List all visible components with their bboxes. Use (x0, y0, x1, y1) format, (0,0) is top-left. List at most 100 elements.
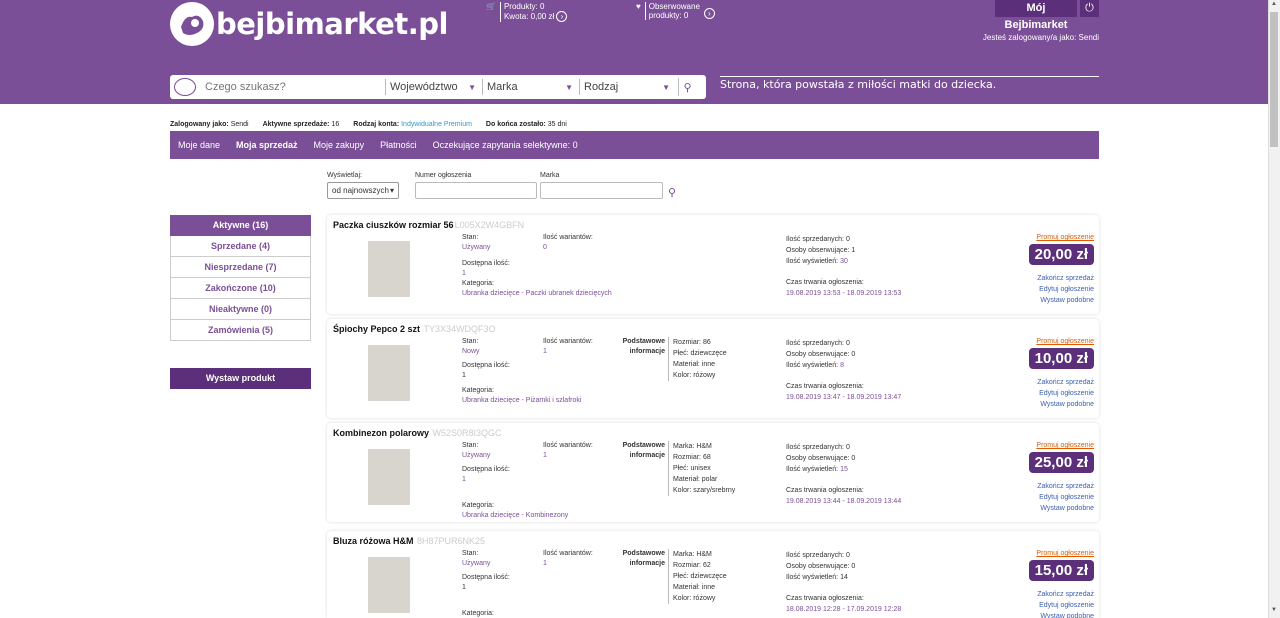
category-label: Kategoria: (462, 387, 494, 394)
listing-thumbnail[interactable] (368, 241, 410, 297)
sidebar-item-active[interactable]: Aktywne (16) (170, 215, 311, 236)
attribute: Materiał: polar (673, 476, 718, 483)
end-sale-link[interactable]: Zakończ sprzedaż (1037, 481, 1094, 492)
status-left: Do końca zostało: 35 dni (486, 121, 567, 128)
state-value: Używany (462, 244, 491, 251)
scroll-up-icon[interactable]: ▲ (1270, 1, 1278, 11)
sold-label: Ilość sprzedanych: (786, 552, 844, 559)
status-active-label: Aktywne sprzedaże: (262, 121, 330, 128)
views-label: Ilość wyświetleń: (786, 466, 839, 473)
menu-my-data[interactable]: Moje dane (178, 140, 220, 150)
views-label: Ilość wyświetleń: (786, 258, 839, 265)
search-icon[interactable]: ⚲ (668, 186, 676, 199)
post-similar-link[interactable]: Wystaw podobne (1037, 399, 1094, 410)
account-type-link[interactable]: Indywidualne Premium (401, 121, 472, 128)
attribute: Płeć: unisex (673, 465, 711, 472)
search-bar: Województwo ▼ Marka ▼ Rodzaj ▼ ⚲ (170, 75, 706, 99)
status-active-value: 16 (331, 121, 340, 128)
heart-icon: ♥ (636, 2, 641, 11)
listing-title-text: Śpiochy Pepco 2 szt (333, 324, 421, 334)
edit-listing-link[interactable]: Edytuj ogłoszenie (1037, 388, 1094, 399)
variants-label: Ilość wariantów: (543, 234, 593, 241)
listing-title[interactable]: Paczka ciuszków rozmiar 56L005X2W4GBFN (333, 220, 524, 230)
sidebar-item-unsold[interactable]: Niesprzedane (7) (170, 257, 311, 278)
sidebar-item-orders[interactable]: Zamówienia (5) (170, 320, 311, 341)
promote-link[interactable]: Promuj ogłoszenie (1036, 338, 1094, 345)
listing-title[interactable]: Śpiochy Pepco 2 szt TY3X34WDQF3O (333, 324, 496, 334)
state-label: Stan: (462, 338, 479, 345)
end-sale-link[interactable]: Zakończ sprzedaż (1037, 273, 1094, 284)
listing-title[interactable]: Kombinezon polarowy W52S0R8I3QGC (333, 428, 502, 438)
views-label: Ilość wyświetleń: (786, 362, 839, 369)
price-badge: 15,00 zł (1028, 560, 1094, 581)
search-input[interactable] (205, 81, 385, 93)
available-label: Dostępna ilość: (462, 574, 510, 581)
post-similar-link[interactable]: Wystaw podobne (1037, 295, 1094, 306)
end-sale-link[interactable]: Zakończ sprzedaż (1037, 377, 1094, 388)
cart-summary[interactable]: 🛒 Produkty: 0 Kwota: 0,00 zł › (486, 2, 568, 22)
cart-icon: 🛒 (486, 2, 496, 11)
promote-link[interactable]: Promuj ogłoszenie (1036, 442, 1094, 449)
sidebar-item-ended[interactable]: Zakończone (10) (170, 278, 311, 299)
region-select[interactable]: Województwo ▼ (385, 79, 482, 95)
hand-logo-icon (170, 2, 214, 46)
brand-label: Marka (540, 172, 560, 179)
duration-value: 19.08.2019 13:44 - 18.09.2019 13:44 (786, 498, 902, 505)
promote-link[interactable]: Promuj ogłoszenie (1036, 234, 1094, 241)
listing-title[interactable]: Bluza różowa H&M 8H87PUR6NK25 (333, 536, 485, 546)
sidebar-item-sold[interactable]: Sprzedane (4) (170, 236, 311, 257)
menu-my-purchases[interactable]: Moje zakupy (314, 140, 365, 150)
sidebar-item-inactive[interactable]: Nieaktywne (0) (170, 299, 311, 320)
page-scrollbar[interactable]: ▲ ▼ (1268, 0, 1280, 618)
arrow-right-icon[interactable]: › (556, 11, 568, 22)
edit-listing-link[interactable]: Edytuj ogłoszenie (1037, 284, 1094, 295)
promote-link[interactable]: Promuj ogłoszenie (1036, 550, 1094, 557)
brand-filter-input[interactable] (540, 182, 663, 199)
attribute: Rozmiar: 68 (673, 454, 711, 461)
available-value: 1 (462, 372, 466, 379)
sort-select[interactable]: od najnowszych ▾ (327, 182, 399, 199)
kind-select[interactable]: Rodzaj ▼ (579, 79, 676, 95)
my-account-button[interactable]: Mój Bejbimarket (995, 0, 1077, 31)
menu-pending-requests[interactable]: Oczekujące zapytania selektywne: 0 (433, 140, 578, 150)
listing-thumbnail[interactable] (368, 345, 410, 401)
duration-label: Czas trwania ogłoszenia: (786, 279, 864, 286)
post-product-button[interactable]: Wystaw produkt (170, 368, 311, 389)
arrow-right-icon[interactable]: › (703, 8, 715, 19)
listing-thumbnail[interactable] (368, 557, 410, 613)
watched-summary[interactable]: ♥ Obserwowane produkty: 0 › (636, 2, 715, 20)
scroll-down-icon[interactable]: ▼ (1270, 607, 1278, 617)
menu-my-sales[interactable]: Moja sprzedaż (236, 140, 298, 150)
menu-payments[interactable]: Płatności (380, 140, 417, 150)
search-icon[interactable]: ⚲ (678, 78, 696, 96)
sold-label: Ilość sprzedanych: (786, 236, 844, 243)
end-sale-link[interactable]: Zakończ sprzedaż (1037, 589, 1094, 600)
status-left-label: Do końca zostało: (485, 121, 546, 128)
cart-amount: Kwota: 0,00 zł (503, 12, 555, 21)
watchers-value: 0 (851, 455, 856, 462)
logo-text: bejbimarket.pl (216, 7, 448, 41)
listing-code: W52S0R8I3QGC (432, 428, 502, 438)
chevron-down-icon: ▼ (468, 82, 476, 92)
watchers-label: Osoby obserwujące: (786, 563, 850, 570)
attributes-list: Marka: H&M Rozmiar: 62 Płeć: dziewczęce Mat… (668, 549, 727, 604)
basic-info-label: Podstawowe (622, 550, 665, 557)
category-link[interactable]: Ubranka dziecięce - Paczki ubranek dziec… (462, 289, 612, 299)
category-link[interactable]: Ubranka dziecięce - Kombinezony (462, 511, 568, 521)
site-logo[interactable]: bejbimarket.pl (170, 2, 448, 46)
brand-select[interactable]: Marka ▼ (482, 79, 579, 95)
post-similar-link[interactable]: Wystaw podobne (1037, 611, 1094, 618)
attribute: Marka: H&M (673, 443, 712, 450)
category-link[interactable]: Ubranka dziecięce - Piżamki i szlafroki (462, 396, 581, 406)
sold-label: Ilość sprzedanych: (786, 340, 844, 347)
listing-filters: Wyświetlaj: od najnowszych ▾ Numer ogłosz… (327, 172, 663, 199)
listing-thumbnail[interactable] (368, 449, 410, 505)
variants-value: 0 (543, 244, 547, 251)
post-similar-link[interactable]: Wystaw podobne (1037, 503, 1094, 514)
logout-icon[interactable]: ⏻ (1080, 0, 1099, 17)
edit-listing-link[interactable]: Edytuj ogłoszenie (1037, 492, 1094, 503)
account-status: Zalogowany jako: Sendi Aktywne sprzedaże… (170, 121, 567, 128)
edit-listing-link[interactable]: Edytuj ogłoszenie (1037, 600, 1094, 611)
scrollbar-thumb[interactable] (1270, 12, 1278, 147)
listing-number-input[interactable] (415, 182, 537, 199)
